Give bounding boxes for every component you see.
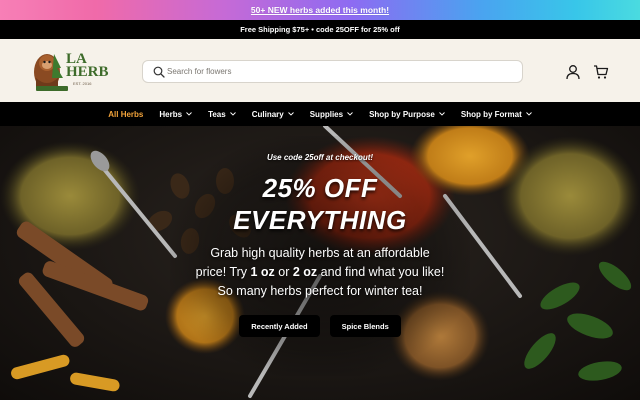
hero-kicker: Use code 25off at checkout!: [266, 153, 374, 162]
recently-added-button[interactable]: Recently Added: [239, 315, 320, 337]
hero-content: Use code 25off at checkout! 25% OFF EVER…: [0, 126, 640, 400]
hero-title-line1: 25% OFF: [262, 173, 378, 203]
chevron-down-icon: [287, 112, 294, 116]
hero-title: 25% OFF EVERYTHING: [233, 172, 407, 236]
hero-body-part2: or: [274, 265, 293, 279]
nav-item-herbs[interactable]: Herbs: [151, 102, 200, 126]
nav-item-label: All Herbs: [108, 109, 144, 119]
nav-item-shop-by-purpose[interactable]: Shop by Purpose: [361, 102, 453, 126]
nav-item-label: Teas: [208, 109, 226, 119]
spice-blends-button[interactable]: Spice Blends: [329, 315, 401, 337]
hero-buttons: Recently Added Spice Blends: [239, 315, 401, 337]
search-bar[interactable]: [142, 60, 523, 83]
nav-item-label: Culinary: [251, 109, 284, 119]
hero-body-bold1: 1 oz: [250, 265, 275, 279]
chevron-down-icon: [439, 112, 445, 116]
nav-item-shop-by-format[interactable]: Shop by Format: [453, 102, 540, 126]
main-nav: All Herbs Herbs Teas Culinary Supplies S…: [0, 102, 640, 126]
hero-banner: Use code 25off at checkout! 25% OFF EVER…: [0, 126, 640, 400]
hero-description: Grab high quality herbs at an affordable…: [195, 244, 445, 301]
nav-item-label: Herbs: [159, 109, 183, 119]
nav-item-label: Shop by Format: [460, 109, 522, 119]
account-icon[interactable]: [565, 64, 581, 80]
search-input[interactable]: [167, 67, 522, 76]
nav-item-all-herbs[interactable]: All Herbs: [100, 102, 151, 126]
promo-link[interactable]: 50+ NEW herbs added this month!: [251, 5, 389, 15]
logo-tagline: EST. 2016: [73, 81, 92, 86]
chevron-down-icon: [525, 112, 532, 116]
shipping-bar: Free Shipping $75+ • code 25OFF for 25% …: [0, 20, 640, 39]
promo-bar: 50+ NEW herbs added this month!: [0, 0, 640, 20]
logo-text-herb: HERB: [66, 64, 109, 80]
site-header: LA HERB EST. 2016: [0, 39, 640, 102]
cart-icon[interactable]: [593, 64, 609, 80]
site-logo[interactable]: LA HERB EST. 2016: [30, 48, 109, 94]
chevron-down-icon: [347, 112, 353, 116]
chevron-down-icon: [186, 112, 192, 116]
chevron-down-icon: [229, 112, 236, 116]
nav-item-label: Shop by Purpose: [369, 109, 435, 119]
nav-item-teas[interactable]: Teas: [200, 102, 244, 126]
nav-item-culinary[interactable]: Culinary: [244, 102, 302, 126]
search-icon: [153, 66, 165, 78]
hero-body-bold2: 2 oz: [292, 265, 318, 279]
hero-title-line2: EVERYTHING: [233, 205, 407, 235]
shipping-text: Free Shipping $75+ • code 25OFF for 25% …: [240, 25, 400, 34]
nav-item-label: Supplies: [309, 109, 344, 119]
nav-item-supplies[interactable]: Supplies: [302, 102, 361, 126]
